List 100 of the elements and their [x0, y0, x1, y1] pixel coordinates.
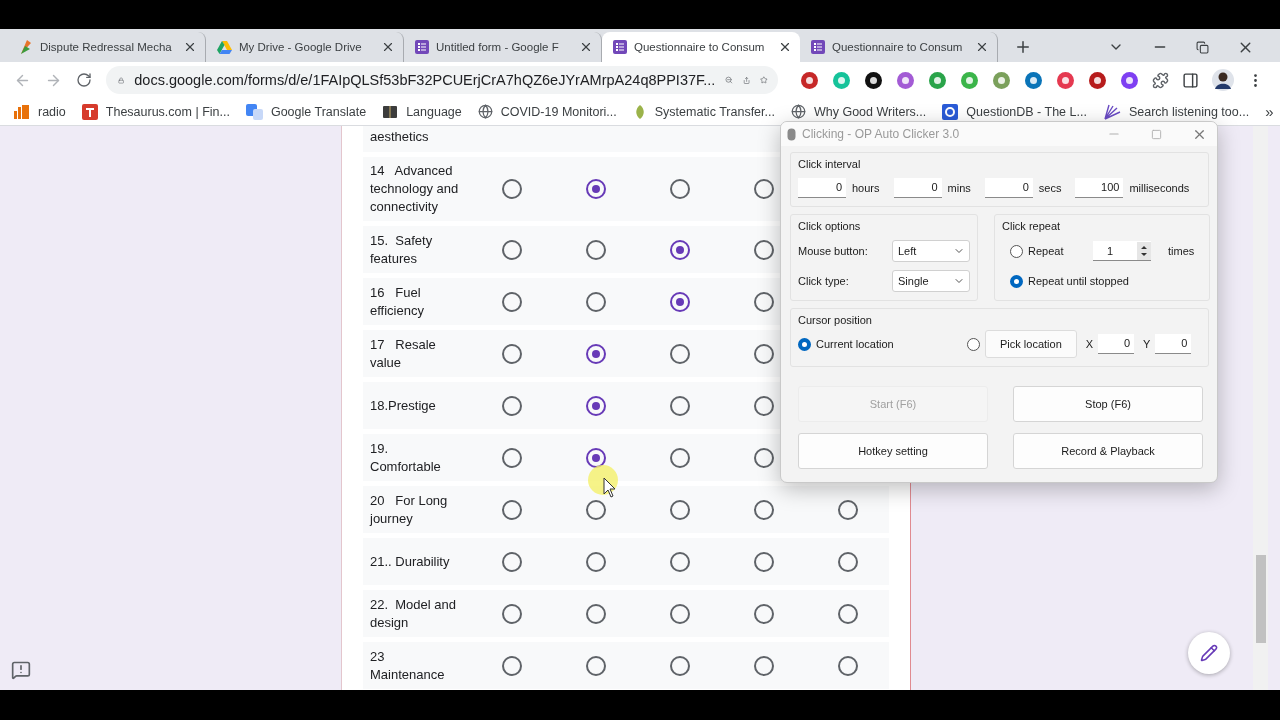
radio-button[interactable] — [586, 395, 606, 416]
radio-button[interactable] — [1010, 274, 1023, 288]
extension-icon[interactable] — [864, 70, 883, 90]
radio-button[interactable] — [586, 291, 606, 312]
close-icon[interactable] — [975, 40, 989, 54]
radio-button[interactable] — [586, 603, 606, 624]
radio-button[interactable] — [502, 499, 522, 520]
bookmark-link[interactable]: Search listening too... — [1128, 104, 1250, 119]
radio-button[interactable] — [670, 291, 690, 312]
bookmark-link[interactable]: radio — [38, 104, 66, 119]
radio-button[interactable] — [754, 291, 774, 312]
radio-button[interactable] — [838, 499, 858, 520]
dropdown[interactable]: Left — [892, 240, 970, 262]
number-field[interactable]: 100 — [1075, 178, 1124, 198]
number-field[interactable]: 0 — [893, 178, 942, 198]
arrow-logo-icon — [18, 39, 34, 55]
avatar-icon[interactable] — [1212, 69, 1234, 91]
row-label: 19. Comfortable — [370, 439, 442, 476]
dropdown[interactable]: Single — [892, 270, 970, 292]
radio-button[interactable] — [502, 179, 522, 199]
reload-icon[interactable] — [76, 72, 92, 88]
radio-button[interactable] — [670, 499, 690, 520]
radio-button[interactable] — [1010, 244, 1023, 258]
bookmark-link[interactable]: COVID-19 Monitori... — [500, 104, 617, 119]
radio-button[interactable] — [586, 499, 606, 520]
pick-location-button[interactable]: Pick location — [985, 330, 1077, 358]
forms-icon — [810, 39, 826, 55]
forms-icon — [612, 39, 628, 55]
radio-button[interactable] — [967, 337, 980, 351]
radio-button[interactable] — [670, 603, 690, 624]
close-icon[interactable] — [183, 40, 197, 54]
extensions-icon[interactable] — [1152, 71, 1169, 89]
radio-button[interactable] — [502, 603, 522, 624]
radio-button[interactable] — [502, 239, 522, 260]
edit-button[interactable] — [1188, 632, 1230, 674]
spinner-icon[interactable] — [1137, 241, 1151, 260]
radio-button[interactable] — [670, 179, 690, 199]
radio-button[interactable] — [502, 291, 522, 312]
field-label: Mouse button: — [798, 245, 869, 257]
radio-button[interactable] — [754, 447, 774, 468]
radio-button[interactable] — [586, 343, 606, 364]
row-label: 22. Model and design — [370, 595, 457, 632]
number-field[interactable]: 0 — [1155, 334, 1192, 354]
radio-button[interactable] — [586, 239, 606, 260]
bookmark-link[interactable]: Systematic Transfer... — [654, 104, 775, 119]
bookmark-link[interactable]: QuestionDB - The L... — [966, 104, 1087, 119]
radio-button[interactable] — [838, 551, 858, 572]
bookmark-link[interactable]: Language — [406, 104, 462, 119]
scrollbar-thumb[interactable] — [1256, 555, 1266, 643]
radio-button[interactable] — [670, 239, 690, 260]
radio-button[interactable] — [754, 239, 774, 260]
radio-button[interactable] — [670, 343, 690, 364]
bookmark-link[interactable]: Thesaurus.com | Fin... — [105, 104, 230, 119]
close-icon[interactable] — [778, 40, 792, 54]
number-field[interactable]: 0 — [798, 178, 846, 198]
number-field[interactable]: 0 — [1098, 334, 1135, 354]
radio-button[interactable] — [670, 447, 690, 468]
radio-button[interactable] — [586, 551, 606, 572]
radio-button[interactable] — [502, 551, 522, 572]
radio-button[interactable] — [502, 343, 522, 364]
address-bar[interactable]: docs.google.com/forms/d/e/1FAIpQLSf53bF32PCUErjCrA7hQZ6eJYrAMrpA24q8PPI37F... — [106, 66, 778, 94]
unit-label: hours — [852, 182, 880, 194]
radio-button[interactable] — [502, 447, 522, 468]
restore-icon[interactable] — [1196, 40, 1209, 54]
window-button[interactable]: Hotkey setting — [798, 433, 988, 469]
close-icon[interactable] — [579, 40, 593, 54]
extension-icon[interactable] — [1088, 70, 1107, 90]
side-panel-icon[interactable] — [1182, 71, 1199, 89]
more-bookmarks-button[interactable]: » — [1265, 103, 1274, 120]
radio-button[interactable] — [670, 551, 690, 572]
radio-button[interactable] — [754, 551, 774, 572]
book-icon — [382, 103, 399, 120]
bookmark-link[interactable]: Why Good Writers... — [813, 104, 927, 119]
radio-button[interactable] — [586, 655, 606, 676]
radio-button[interactable] — [670, 655, 690, 676]
browser-tab[interactable]: Questionnaire to Consum — [602, 32, 800, 62]
radio-button[interactable] — [754, 395, 774, 416]
window-button[interactable]: Stop (F6) — [1013, 386, 1203, 422]
row-label: 15. Safety features — [370, 231, 434, 268]
radio-button[interactable] — [502, 395, 522, 416]
radio-button[interactable] — [754, 179, 774, 199]
radio-button[interactable] — [670, 395, 690, 416]
number-field[interactable]: 0 — [984, 178, 1033, 198]
close-icon[interactable] — [381, 40, 395, 54]
window-button[interactable]: Record & Playback — [1013, 433, 1203, 469]
radio-button[interactable] — [838, 603, 858, 624]
unit-label: mins — [947, 182, 971, 194]
radio-button[interactable] — [754, 343, 774, 364]
radio-button[interactable] — [754, 655, 774, 676]
radio-button[interactable] — [754, 499, 774, 520]
feedback-icon[interactable] — [11, 660, 31, 680]
radio-button[interactable] — [838, 655, 858, 676]
bookmark-link[interactable]: Google Translate — [270, 104, 367, 119]
radio-button[interactable] — [502, 655, 522, 676]
radio-button[interactable] — [754, 603, 774, 624]
radio-button[interactable] — [798, 337, 811, 351]
radio-button[interactable] — [586, 179, 606, 199]
new-tab-icon[interactable] — [1014, 38, 1032, 56]
row-label: 21.. Durability — [370, 552, 451, 571]
spin-field[interactable]: 1 — [1093, 241, 1151, 261]
